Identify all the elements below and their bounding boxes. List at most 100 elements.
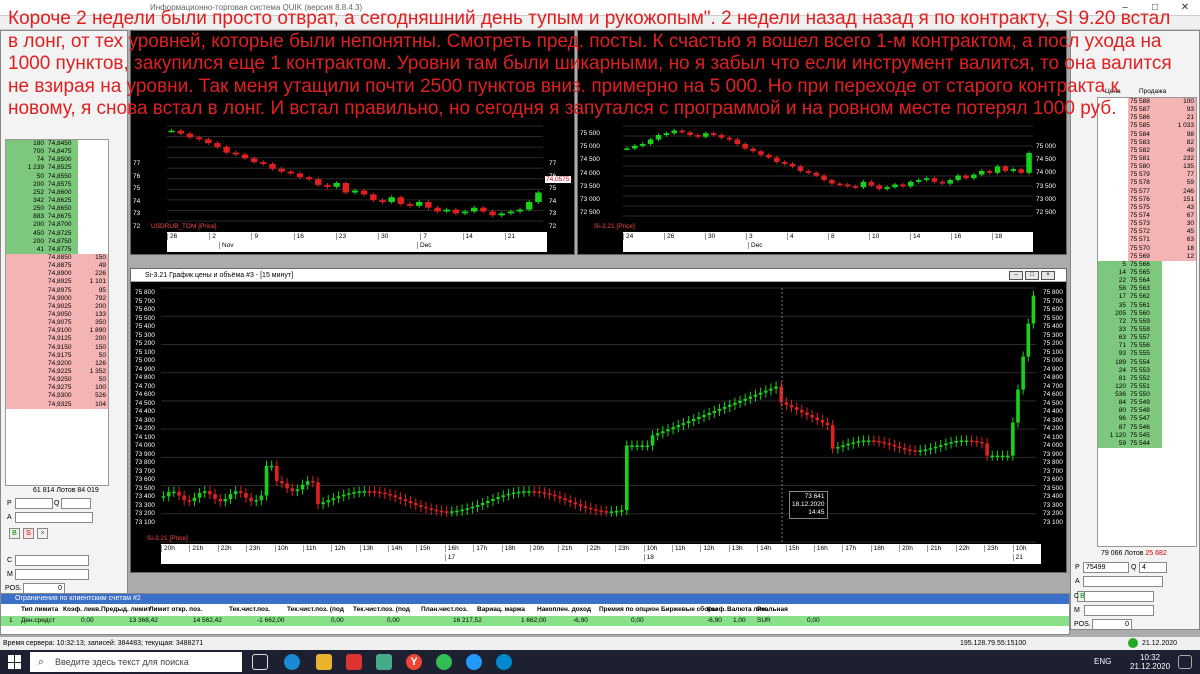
orderbook-ask-row[interactable]: 74,8900 226 [6,270,108,279]
limits-column-header[interactable]: Тек.чист.поз. [229,606,270,613]
orderbook-ask-row[interactable]: 75 578 59 [1128,179,1196,188]
orderbook-bid-row[interactable]: 50 74,8550 [6,172,78,181]
right-orderbook[interactable]: 75 588 100 75 587 93 75 586 21 75 585 1 033 75 5… [1097,97,1197,547]
taskbar-clock[interactable]: 10:32 21.12.2020 [1130,653,1170,671]
orderbook-ask-row[interactable]: 75 584 98 [1128,130,1196,139]
chart-restore-icon[interactable]: □ [1025,271,1039,280]
limits-column-header[interactable]: Вариац. маржа [477,606,525,613]
limits-column-header[interactable]: План.чист.поз. [421,606,468,613]
right-c-select[interactable] [1084,591,1154,602]
orderbook-ask-row[interactable]: 74,9050 133 [6,310,108,320]
orderbook-ask-row[interactable]: 74,9225 1 352 [6,367,108,377]
orderbook-bid-row[interactable]: 189 75 554 [1098,358,1162,367]
orderbook-bid-row[interactable]: 87 75 546 [1098,423,1162,432]
orderbook-bid-row[interactable]: 342 74,8625 [6,196,78,206]
orderbook-bid-row[interactable]: 250 74,8650 [6,205,78,214]
language-indicator[interactable]: ENG [1094,657,1111,666]
orderbook-bid-row[interactable]: 200 74,8750 [6,237,78,246]
orderbook-ask-row[interactable]: 74,9300 526 [6,392,108,401]
orderbook-ask-row[interactable]: 74,8925 1 101 [6,278,108,287]
orderbook-bid-row[interactable]: 41 74,8775 [6,245,78,254]
left-price-input[interactable] [15,498,53,509]
orderbook-bid-row[interactable]: 93 75 555 [1098,350,1162,359]
orderbook-ask-row[interactable]: 75 574 67 [1128,211,1196,221]
taskbar-search[interactable]: ⌕ Введите здесь текст для поиска [30,652,242,672]
orderbook-ask-row[interactable]: 74,9325 104 [6,400,108,409]
app-icon-blue[interactable] [466,654,482,670]
left-m-input[interactable] [15,569,89,580]
orderbook-ask-row[interactable]: 74,8975 95 [6,286,108,295]
orderbook-ask-row[interactable]: 74,9100 1 890 [6,327,108,336]
orderbook-ask-row[interactable]: 75 580 135 [1128,163,1196,172]
orderbook-bid-row[interactable]: 22 75 564 [1098,277,1162,286]
limits-column-header[interactable]: Накоплен. доход [537,606,591,613]
orderbook-bid-row[interactable]: 59 75 544 [1098,439,1162,449]
right-m-input[interactable] [1084,605,1154,616]
limits-column-header[interactable]: Лимит откр. поз. [149,606,202,613]
orderbook-ask-row[interactable]: 75 582 49 [1128,146,1196,155]
orderbook-bid-row[interactable]: 72 75 559 [1098,317,1162,326]
orderbook-ask-row[interactable]: 75 577 246 [1128,187,1196,196]
orderbook-bid-row[interactable]: 700 74,8475 [6,148,78,157]
orderbook-ask-row[interactable]: 75 585 1 033 [1128,122,1196,131]
orderbook-bid-row[interactable]: 71 75 556 [1098,342,1162,351]
limits-column-header[interactable]: Предыд. лимит [101,606,151,613]
orderbook-ask-row[interactable]: 75 573 30 [1128,220,1196,229]
orderbook-ask-row[interactable]: 74,9125 200 [6,335,108,344]
orderbook-bid-row[interactable]: 252 74,8600 [6,188,78,197]
orderbook-bid-row[interactable]: 120 75 551 [1098,382,1162,392]
notifications-icon[interactable] [1178,655,1192,669]
edge-icon[interactable] [284,654,300,670]
orderbook-ask-row[interactable]: 74,9025 200 [6,302,108,311]
limits-column-header[interactable]: Реальная [757,606,788,613]
orderbook-bid-row[interactable]: 96 75 547 [1098,415,1162,424]
orderbook-bid-row[interactable]: 14 75 565 [1098,268,1162,278]
orderbook-ask-row[interactable]: 74,9175 50 [6,351,108,360]
orderbook-bid-row[interactable]: 58 75 563 [1098,285,1162,294]
orderbook-ask-row[interactable]: 75 570 18 [1128,244,1196,253]
right-price-input[interactable]: 75499 [1083,562,1129,573]
orderbook-bid-row[interactable]: 84 75 549 [1098,399,1162,408]
limits-column-header[interactable]: Тек.чист.поз. (под [353,606,410,613]
orderbook-bid-row[interactable]: 1 120 75 545 [1098,431,1162,440]
orderbook-ask-row[interactable]: 75 576 151 [1128,195,1196,204]
orderbook-ask-row[interactable]: 75 579 77 [1128,171,1196,180]
left-buy-button[interactable]: B [9,528,20,539]
orderbook-ask-row[interactable]: 74,9000 792 [6,294,108,303]
orderbook-ask-row[interactable]: 74,9250 50 [6,376,108,385]
orderbook-ask-row[interactable]: 74,9275 100 [6,384,108,393]
orderbook-bid-row[interactable]: 63 75 557 [1098,334,1162,343]
app-icon-red[interactable] [346,654,362,670]
orderbook-bid-row[interactable]: 1 239 74,8525 [6,164,78,173]
limits-column-header[interactable]: Тек.чист.поз. (под [287,606,344,613]
orderbook-ask-row[interactable]: 74,9150 150 [6,343,108,352]
orderbook-ask-row[interactable]: 74,9200 126 [6,359,108,368]
windows-start-icon[interactable] [8,655,22,669]
orderbook-ask-row[interactable]: 75 581 232 [1128,154,1196,164]
left-c-select[interactable] [15,555,89,566]
left-orderbook[interactable]: 180 74,8450 700 74,8475 74 74,8500 1 239 74,852… [5,139,109,486]
orderbook-bid-row[interactable]: 450 74,8725 [6,229,78,238]
orderbook-bid-row[interactable]: 33 75 558 [1098,325,1162,335]
limits-column-header[interactable]: Коэф. [707,606,726,613]
orderbook-bid-row[interactable]: 180 74,8450 [6,140,78,149]
orderbook-ask-row[interactable]: 75 575 43 [1128,203,1196,212]
orderbook-ask-row[interactable]: 75 571 63 [1128,236,1196,245]
left-cancel-button[interactable]: × [37,528,48,539]
left-qty-input[interactable] [61,498,91,509]
chart-minimize-icon[interactable]: – [1009,271,1023,280]
limits-column-header[interactable]: Коэф. ликв. [63,606,101,613]
orderbook-bid-row[interactable]: 883 74,8675 [6,213,78,222]
orderbook-bid-row[interactable]: 35 75 561 [1098,301,1162,310]
app-icon-quik[interactable] [496,654,512,670]
orderbook-ask-row[interactable]: 74,9075 350 [6,319,108,328]
orderbook-bid-row[interactable]: 80 75 548 [1098,407,1162,416]
orderbook-ask-row[interactable]: 74,8850 150 [6,253,108,263]
chrome-icon[interactable] [436,654,452,670]
left-account-select[interactable] [15,512,93,523]
yandex-browser-icon[interactable]: Y [406,654,422,670]
right-qty-input[interactable]: 4 [1139,562,1167,573]
orderbook-bid-row[interactable]: 74 74,8500 [6,156,78,165]
orderbook-bid-row[interactable]: 200 74,8700 [6,221,78,230]
orderbook-ask-row[interactable]: 75 572 45 [1128,228,1196,237]
